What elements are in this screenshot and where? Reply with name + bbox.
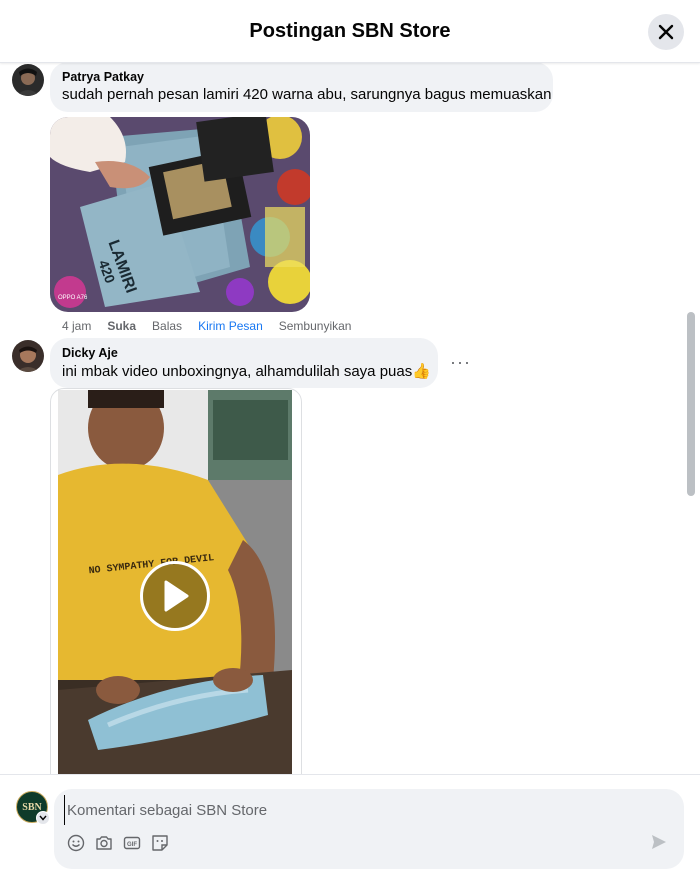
close-button[interactable] <box>648 14 684 50</box>
play-icon <box>164 580 189 612</box>
avatar-switch-button[interactable] <box>36 811 50 825</box>
camera-icon <box>96 836 112 850</box>
reply-button[interactable]: Balas <box>152 319 182 333</box>
comment-timestamp[interactable]: 4 jam <box>62 319 91 333</box>
chevron-down-icon <box>39 815 47 821</box>
hide-button[interactable]: Sembunyikan <box>279 319 352 333</box>
emoji-icon <box>67 834 85 852</box>
send-message-button[interactable]: Kirim Pesan <box>198 319 263 333</box>
send-button[interactable] <box>650 833 670 853</box>
avatar[interactable] <box>12 340 44 372</box>
play-button[interactable] <box>140 561 210 631</box>
photo-button[interactable] <box>94 833 114 853</box>
dialog-header: Postingan SBN Store <box>0 0 700 63</box>
sticker-button[interactable] <box>150 833 170 853</box>
scrollbar[interactable] <box>687 312 695 496</box>
emoji-button[interactable] <box>66 833 86 853</box>
comment-author[interactable]: Patrya Patkay <box>62 70 541 84</box>
comment-composer: SBN GIF <box>0 774 700 883</box>
comment-photo[interactable]: LAMIRI 420 OPPO A76 <box>50 117 310 312</box>
comment-text: sudah pernah pesan lamiri 420 warna abu,… <box>62 86 552 103</box>
more-options-button[interactable]: ··· <box>450 352 471 373</box>
photo-watermark: OPPO A76 <box>58 295 88 301</box>
comment-input[interactable] <box>64 795 629 825</box>
page-title: Postingan SBN Store <box>249 20 451 42</box>
like-button[interactable]: Suka <box>107 319 136 333</box>
gif-button[interactable]: GIF <box>122 833 142 853</box>
avatar[interactable] <box>12 64 44 96</box>
comment-bubble: Patrya Patkay sudah pernah pesan lamiri … <box>50 62 553 112</box>
comment-author[interactable]: Dicky Aje <box>62 346 426 360</box>
send-icon <box>652 835 666 849</box>
gif-icon: GIF <box>123 836 141 850</box>
composer-box: GIF <box>54 789 684 869</box>
comments-scroll-area[interactable]: Patrya Patkay sudah pernah pesan lamiri … <box>0 62 700 774</box>
sticker-icon <box>152 835 168 851</box>
comment-actions: 4 jam Suka Balas Kirim Pesan Sembunyikan <box>62 319 351 333</box>
svg-text:GIF: GIF <box>127 842 137 848</box>
close-icon <box>658 24 674 40</box>
comment-text: ini mbak video unboxingnya, alhamdulilah… <box>62 363 431 380</box>
comment-video[interactable]: NO SYMPATHY FOR DEVIL <box>50 388 302 774</box>
comment-bubble: Dicky Aje ini mbak video unboxingnya, al… <box>50 338 438 388</box>
